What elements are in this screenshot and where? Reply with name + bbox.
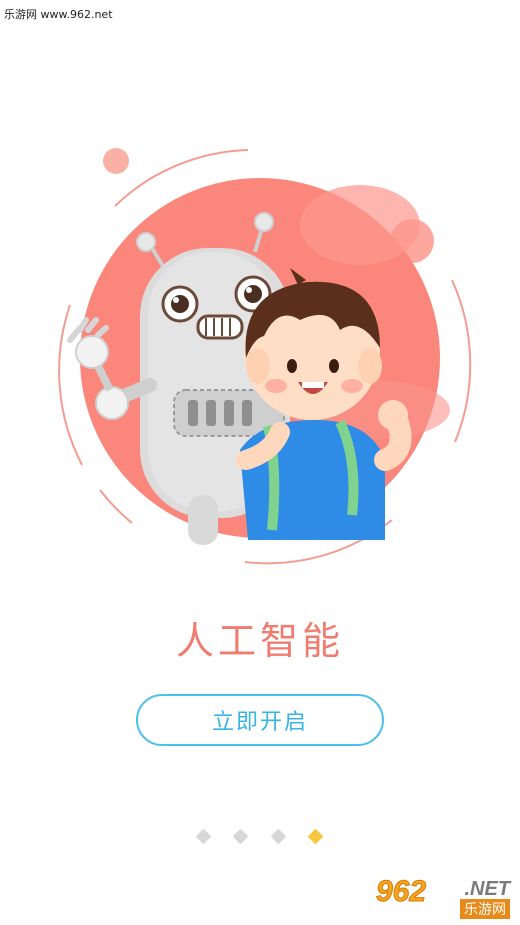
page-indicator <box>0 826 520 848</box>
watermark-text: 乐游网 www.962.net <box>4 8 113 21</box>
page-dot-3[interactable] <box>270 828 287 845</box>
page-dot-2[interactable] <box>232 828 249 845</box>
onboarding-illustration <box>58 148 472 565</box>
logo-chinese: 乐游网 <box>460 899 510 919</box>
start-button[interactable]: 立即开启 <box>136 694 384 746</box>
logo-number: 962 <box>375 875 427 909</box>
page-dot-4-active[interactable] <box>307 828 324 845</box>
page-dot-1[interactable] <box>195 828 212 845</box>
logo-suffix: .NET <box>464 878 510 900</box>
page-title: 人工智能 <box>175 619 344 663</box>
site-logo: 962 .NET 乐游网 <box>375 875 514 919</box>
